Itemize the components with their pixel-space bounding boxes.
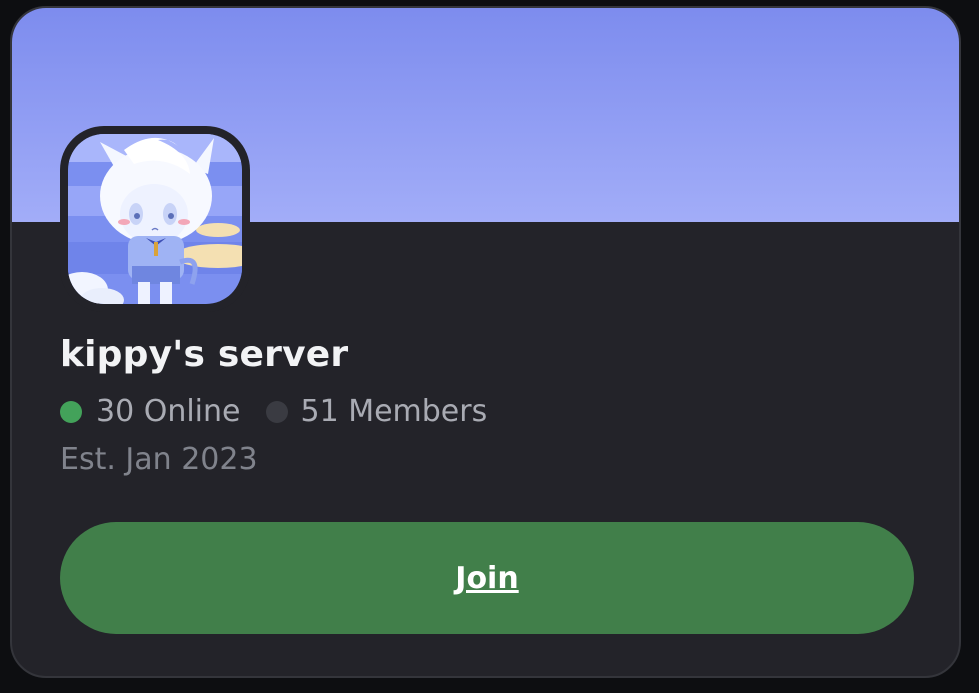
established-date: Est. Jan 2023 (60, 442, 258, 477)
server-name: kippy's server (60, 334, 349, 375)
member-count: 51 Members (300, 394, 488, 429)
server-avatar-icon (68, 134, 242, 304)
members-dot-icon (266, 400, 289, 423)
server-icon-frame (60, 126, 250, 312)
online-status-dot-icon (60, 400, 82, 423)
server-stats: 30 Online 51 Members (60, 394, 487, 429)
join-button[interactable]: Join (60, 522, 914, 634)
server-invite-card: kippy's server 30 Online 51 Members Est.… (10, 6, 961, 678)
online-count: 30 Online (96, 394, 241, 429)
